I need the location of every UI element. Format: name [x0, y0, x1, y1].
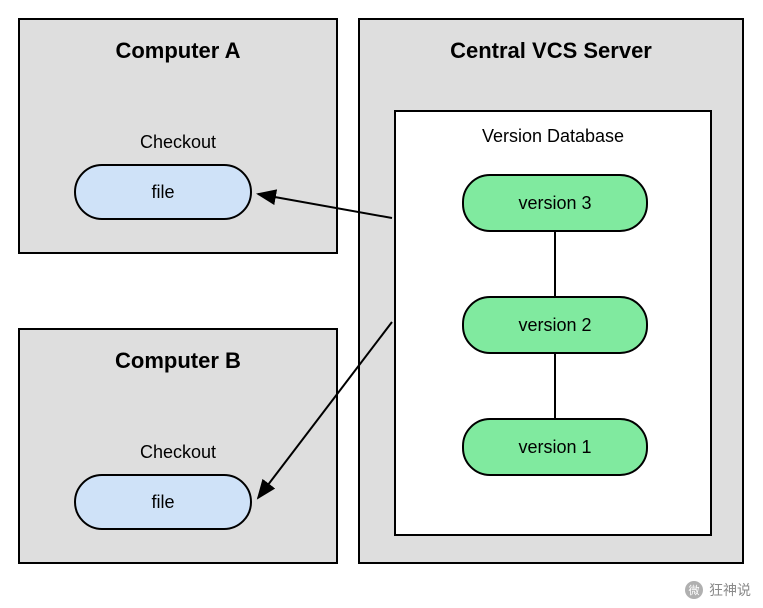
connector-v3-v2: [554, 232, 556, 296]
version-3-pill: version 3: [462, 174, 648, 232]
computer-b-file-label: file: [151, 492, 174, 513]
version-2-label: version 2: [518, 315, 591, 336]
computer-b-title: Computer B: [20, 348, 336, 374]
computer-a-panel: Computer A Checkout file: [18, 18, 338, 254]
computer-a-file-pill: file: [74, 164, 252, 220]
computer-b-panel: Computer B Checkout file: [18, 328, 338, 564]
computer-b-file-pill: file: [74, 474, 252, 530]
computer-a-title: Computer A: [20, 38, 336, 64]
connector-v2-v1: [554, 354, 556, 418]
server-panel: Central VCS Server Version Database vers…: [358, 18, 744, 564]
watermark: 微 狂神说: [685, 580, 751, 600]
version-2-pill: version 2: [462, 296, 648, 354]
computer-a-file-label: file: [151, 182, 174, 203]
version-1-pill: version 1: [462, 418, 648, 476]
version-1-label: version 1: [518, 437, 591, 458]
version-3-label: version 3: [518, 193, 591, 214]
watermark-text: 狂神说: [709, 580, 751, 600]
computer-a-checkout-label: Checkout: [20, 132, 336, 153]
wechat-icon: 微: [685, 581, 703, 599]
computer-b-checkout-label: Checkout: [20, 442, 336, 463]
version-database-box: Version Database version 3 version 2 ver…: [394, 110, 712, 536]
version-database-label: Version Database: [396, 126, 710, 147]
server-title: Central VCS Server: [360, 38, 742, 64]
